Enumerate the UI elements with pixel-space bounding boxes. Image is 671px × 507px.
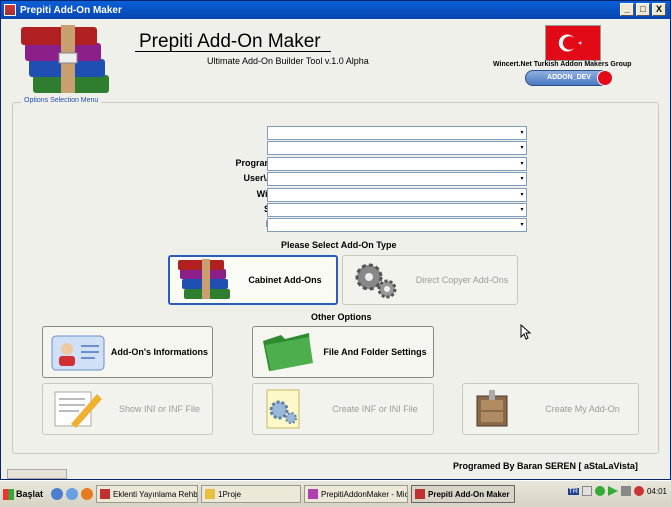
direct-copyer-button[interactable]: Direct Copyer Add-Ons bbox=[342, 255, 518, 305]
user-app-data-combo[interactable]: ▾ bbox=[267, 172, 527, 186]
tray-play-icon[interactable] bbox=[607, 486, 618, 496]
ie-icon[interactable] bbox=[51, 488, 63, 500]
tray-green-icon[interactable] bbox=[594, 486, 605, 496]
windows-dir-combo[interactable]: ▾ bbox=[267, 188, 527, 202]
addon-dev-label: ADDON_DEV bbox=[547, 74, 591, 81]
settings-document-icon bbox=[266, 389, 300, 429]
cabinet-addons-label: Cabinet Add-Ons bbox=[248, 275, 322, 285]
show-ini-label: Show INI or INF File bbox=[118, 404, 201, 414]
file-folder-settings-button[interactable]: File And Folder Settings bbox=[252, 326, 434, 378]
firefox-icon[interactable] bbox=[81, 488, 93, 500]
dropdown-arrow-icon[interactable]: ▾ bbox=[518, 142, 526, 154]
books-small-icon bbox=[415, 489, 425, 499]
gears-icon bbox=[355, 263, 397, 299]
archive-cabinet-icon bbox=[476, 390, 508, 427]
addon-type-heading: Please Select Add-On Type bbox=[281, 240, 397, 250]
show-ini-button[interactable]: Show INI or INF File bbox=[42, 383, 213, 435]
title-bar[interactable]: Prepiti Add-On Maker _ □ X bbox=[1, 1, 670, 19]
start-button[interactable]: Başlat bbox=[3, 484, 45, 504]
flag-dot-icon bbox=[597, 70, 613, 86]
window-title: Prepiti Add-On Maker bbox=[20, 4, 122, 16]
field-user-app-data: User\Application Data ▾ bbox=[81, 172, 527, 186]
addon-info-button[interactable]: Add-On's Informations bbox=[42, 326, 213, 378]
program-files-common-combo[interactable]: ▾ bbox=[267, 157, 527, 171]
task-label: PrepitiAddonMaker - Micr... bbox=[321, 489, 408, 499]
title-underline bbox=[135, 51, 331, 52]
create-addon-button[interactable]: Create My Add-On bbox=[462, 383, 639, 435]
quick-launch bbox=[51, 488, 93, 500]
cabinet-addons-button[interactable]: Cabinet Add-Ons bbox=[168, 255, 338, 305]
dropdown-arrow-icon[interactable]: ▾ bbox=[518, 127, 526, 139]
dropdown-arrow-icon[interactable]: ▾ bbox=[518, 219, 526, 231]
dropdown-arrow-icon[interactable]: ▾ bbox=[518, 173, 526, 185]
contact-card-icon bbox=[51, 335, 105, 371]
field-system-dir: System directory ▾ bbox=[81, 203, 527, 217]
field-program-files-common: Program Files\Common ▾ bbox=[81, 157, 527, 171]
app-title: Prepiti Add-On Maker bbox=[139, 31, 321, 52]
books-logo-icon bbox=[21, 25, 109, 93]
create-inf-label: Create INF or INI File bbox=[332, 404, 418, 414]
app-icon bbox=[4, 4, 16, 16]
clock[interactable]: 04:01 bbox=[647, 487, 667, 496]
create-inf-button[interactable]: Create INF or INI File bbox=[252, 383, 434, 435]
tray-speaker-icon[interactable] bbox=[620, 486, 631, 496]
file-folder-settings-label: File And Folder Settings bbox=[323, 347, 427, 357]
task-button-micr[interactable]: PrepitiAddonMaker - Micr... bbox=[304, 485, 408, 503]
tray-network-icon[interactable] bbox=[581, 486, 592, 496]
green-folder-icon bbox=[263, 333, 313, 371]
options-legend: Options Selection Menu bbox=[21, 97, 102, 104]
task-button-rehber[interactable]: Eklenti Yayınlama Rehber... bbox=[96, 485, 198, 503]
main-window: Prepiti Add-On Maker _ □ X Prepiti Add-O… bbox=[0, 0, 671, 480]
field-windows-dir: Windows directory ▾ bbox=[81, 188, 527, 202]
addon-root-combo[interactable]: ▾ bbox=[267, 126, 527, 140]
system-dir-combo[interactable]: ▾ bbox=[267, 203, 527, 217]
task-button-1proje[interactable]: 1Proje bbox=[201, 485, 301, 503]
dropdown-arrow-icon[interactable]: ▾ bbox=[518, 204, 526, 216]
app-subtitle: Ultimate Add-On Builder Tool v.1.0 Alpha bbox=[207, 56, 369, 66]
addon-dev-badge: ADDON_DEV bbox=[525, 70, 613, 86]
direct-copyer-label: Direct Copyer Add-Ons bbox=[415, 275, 509, 285]
task-label: Eklenti Yayınlama Rehber... bbox=[113, 489, 198, 499]
visual-studio-icon bbox=[308, 489, 318, 499]
windows-flag-icon bbox=[3, 488, 14, 500]
language-indicator[interactable]: TR bbox=[567, 487, 579, 495]
mouse-cursor-icon bbox=[520, 324, 532, 340]
maximize-button[interactable]: □ bbox=[636, 3, 650, 16]
taskbar: Başlat Eklenti Yayınlama Rehber... 1Proj… bbox=[0, 480, 671, 507]
tray-shield-icon[interactable] bbox=[633, 486, 644, 496]
system-tray: TR 04:01 bbox=[567, 486, 667, 496]
close-button[interactable]: X bbox=[652, 3, 666, 16]
turkish-flag-icon bbox=[545, 25, 601, 61]
dropdown-arrow-icon[interactable]: ▾ bbox=[518, 158, 526, 170]
group-name: Wincert.Net Turkish Addon Makers Group bbox=[493, 61, 632, 68]
other-options-heading: Other Options bbox=[311, 312, 372, 322]
folder-icon bbox=[205, 489, 215, 499]
globe-icon[interactable] bbox=[66, 488, 78, 500]
task-label: 1Proje bbox=[218, 489, 242, 499]
status-bar bbox=[7, 469, 67, 479]
start-label: Başlat bbox=[16, 489, 44, 499]
credit-text: Programed By Baran SEREN [ aStaLaVista] bbox=[453, 461, 638, 471]
task-label: Prepiti Add-On Maker bbox=[428, 489, 510, 499]
minimize-button[interactable]: _ bbox=[620, 3, 634, 16]
task-button-prepiti[interactable]: Prepiti Add-On Maker bbox=[411, 485, 515, 503]
winrar-icon bbox=[100, 489, 110, 499]
field-inf-dir: INF file directory ▾ bbox=[81, 218, 527, 232]
notepad-pencil-icon bbox=[54, 391, 102, 428]
dropdown-arrow-icon[interactable]: ▾ bbox=[518, 189, 526, 201]
create-addon-label: Create My Add-On bbox=[545, 404, 620, 414]
books-icon bbox=[178, 259, 230, 299]
addon-info-label: Add-On's Informations bbox=[110, 347, 209, 357]
inf-dir-combo[interactable]: ▾ bbox=[267, 218, 527, 232]
program-files-combo[interactable]: ▾ bbox=[267, 141, 527, 155]
field-addon-root: Add-On Root ▾ bbox=[81, 126, 527, 140]
field-program-files: Program Files ▾ bbox=[81, 141, 527, 155]
